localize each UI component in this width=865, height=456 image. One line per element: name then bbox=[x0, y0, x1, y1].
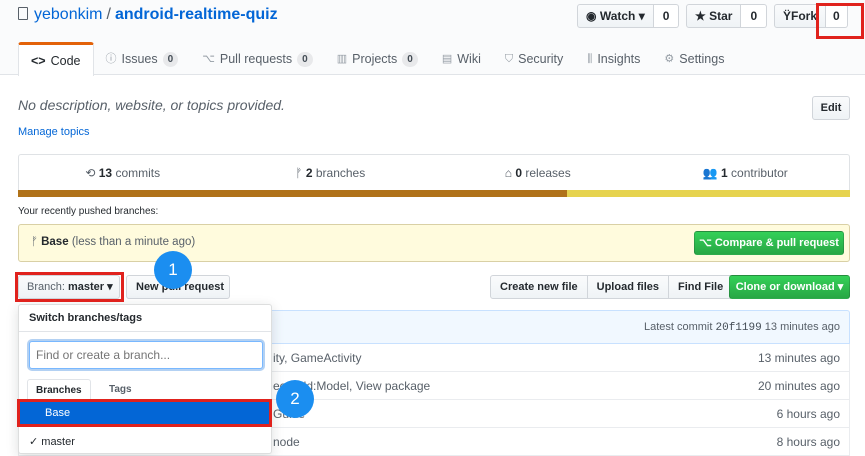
graph-icon: ⫼ bbox=[587, 53, 593, 65]
fork-icon: Ÿ bbox=[783, 9, 792, 23]
repo-title: yebonkim / android-realtime-quiz bbox=[18, 6, 278, 24]
dropdown-title: Switch branches/tags bbox=[19, 305, 271, 332]
create-new-file-button[interactable]: Create new file bbox=[490, 275, 588, 299]
commit-message-link[interactable]: node bbox=[273, 435, 300, 449]
clone-download-button[interactable]: Clone or download ▾ bbox=[729, 275, 850, 299]
book-icon: ▤ bbox=[441, 53, 453, 65]
tab-projects[interactable]: ▥ Projects 0 bbox=[325, 42, 430, 76]
watch-count[interactable]: 0 bbox=[653, 4, 680, 28]
edit-button[interactable]: Edit bbox=[812, 96, 850, 120]
tab-pull-requests[interactable]: ⌥ Pull requests 0 bbox=[190, 42, 325, 76]
tab-insights[interactable]: ⫼ Insights bbox=[575, 42, 652, 76]
watch-control: ◉ Watch ▾ 0 bbox=[577, 4, 680, 28]
star-icon: ★ bbox=[695, 9, 710, 23]
code-icon: <> bbox=[31, 53, 46, 68]
find-file-button[interactable]: Find File bbox=[667, 275, 734, 299]
star-button[interactable]: ★ Star bbox=[686, 4, 742, 28]
highlight-base-branch bbox=[17, 399, 272, 427]
manage-topics-link[interactable]: Manage topics bbox=[18, 126, 90, 138]
dropdown-tabs: Branches Tags bbox=[19, 379, 271, 401]
file-age: 6 hours ago bbox=[776, 407, 840, 421]
contributors-link[interactable]: 👥 1 contributor bbox=[642, 155, 850, 192]
commit-age: 13 minutes ago bbox=[764, 321, 840, 333]
repo-owner-link[interactable]: yebonkim bbox=[34, 6, 102, 23]
people-icon: 👥 bbox=[702, 166, 722, 180]
commit-message-link[interactable]: ity, GameActivity bbox=[273, 351, 361, 365]
gear-icon: ⚙ bbox=[664, 53, 675, 65]
pr-icon: ⌥ bbox=[699, 237, 715, 249]
branch-dropdown-menu: Switch branches/tags Branches Tags Base … bbox=[18, 304, 272, 454]
eye-icon: ◉ bbox=[586, 9, 600, 23]
file-actions: Create new file Upload files Find File bbox=[490, 275, 734, 299]
upload-files-button[interactable]: Upload files bbox=[586, 275, 669, 299]
tab-security[interactable]: ⛉ Security bbox=[493, 42, 575, 76]
check-icon: ✓ bbox=[29, 436, 42, 448]
tab-code[interactable]: <> Code bbox=[18, 42, 94, 76]
file-age: 20 minutes ago bbox=[757, 379, 840, 393]
file-age: 13 minutes ago bbox=[757, 351, 840, 365]
releases-link[interactable]: ⌂ 0 releases bbox=[434, 155, 642, 192]
commit-sha-link[interactable]: 20f1199 bbox=[716, 322, 762, 334]
tab-tags[interactable]: Tags bbox=[101, 379, 140, 401]
language-bar-segment-other bbox=[567, 190, 850, 197]
repo-name-link[interactable]: android-realtime-quiz bbox=[115, 6, 278, 23]
watch-button[interactable]: ◉ Watch ▾ bbox=[577, 4, 654, 28]
branches-link[interactable]: ᚠ 2 branches bbox=[227, 155, 435, 192]
repo-nav-tabs: <> Code ⓘ Issues 0 ⌥ Pull requests 0 ▥ Project… bbox=[18, 42, 736, 76]
recently-pushed-banner: ᚠ Base (less than a minute ago) ⌥ Compar… bbox=[18, 224, 850, 262]
star-control: ★ Star 0 bbox=[686, 4, 768, 28]
language-bar[interactable] bbox=[18, 190, 850, 197]
latest-commit: Latest commit 20f1199 13 minutes ago bbox=[643, 321, 840, 334]
tab-settings[interactable]: ⚙ Settings bbox=[652, 42, 736, 76]
file-age: 8 hours ago bbox=[776, 435, 840, 449]
branch-item-master[interactable]: ✓ master bbox=[19, 429, 271, 455]
step-marker-2: 2 bbox=[276, 380, 314, 418]
branch-icon: ᚠ bbox=[31, 236, 42, 248]
tab-branches[interactable]: Branches bbox=[27, 379, 91, 401]
highlight-branch-button bbox=[15, 272, 124, 302]
issue-icon: ⓘ bbox=[105, 53, 117, 65]
numbers-summary: ⟲ 13 commits ᚠ 2 branches ⌂ 0 releases 👥… bbox=[18, 154, 850, 192]
issues-counter: 0 bbox=[162, 51, 179, 67]
branch-filter-input[interactable] bbox=[29, 341, 263, 369]
step-marker-1: 1 bbox=[154, 251, 192, 289]
star-count[interactable]: 0 bbox=[741, 4, 768, 28]
pr-icon: ⌥ bbox=[202, 53, 215, 65]
compare-pull-request-button[interactable]: ⌥ Compare & pull request bbox=[694, 231, 844, 255]
pr-counter: 0 bbox=[297, 51, 313, 67]
commits-link[interactable]: ⟲ 13 commits bbox=[19, 155, 227, 192]
project-icon: ▥ bbox=[336, 53, 348, 65]
repo-separator: / bbox=[106, 6, 111, 23]
projects-counter: 0 bbox=[402, 51, 418, 67]
pushed-branch-info: ᚠ Base (less than a minute ago) bbox=[31, 236, 195, 248]
history-icon: ⟲ bbox=[85, 166, 99, 180]
pushed-branch-name[interactable]: Base bbox=[41, 236, 69, 248]
language-bar-segment-java bbox=[18, 190, 568, 197]
shield-icon: ⛉ bbox=[504, 53, 514, 65]
tab-wiki[interactable]: ▤ Wiki bbox=[430, 42, 493, 76]
highlight-fork-count bbox=[816, 3, 864, 39]
branch-icon: ᚠ bbox=[295, 166, 306, 180]
tag-icon: ⌂ bbox=[504, 166, 516, 180]
repo-icon bbox=[18, 7, 28, 20]
pushed-time: (less than a minute ago) bbox=[71, 236, 196, 248]
recent-branches-label: Your recently pushed branches: bbox=[18, 206, 159, 217]
tab-issues[interactable]: ⓘ Issues 0 bbox=[94, 42, 191, 76]
repo-description: No description, website, or topics provi… bbox=[18, 97, 285, 113]
